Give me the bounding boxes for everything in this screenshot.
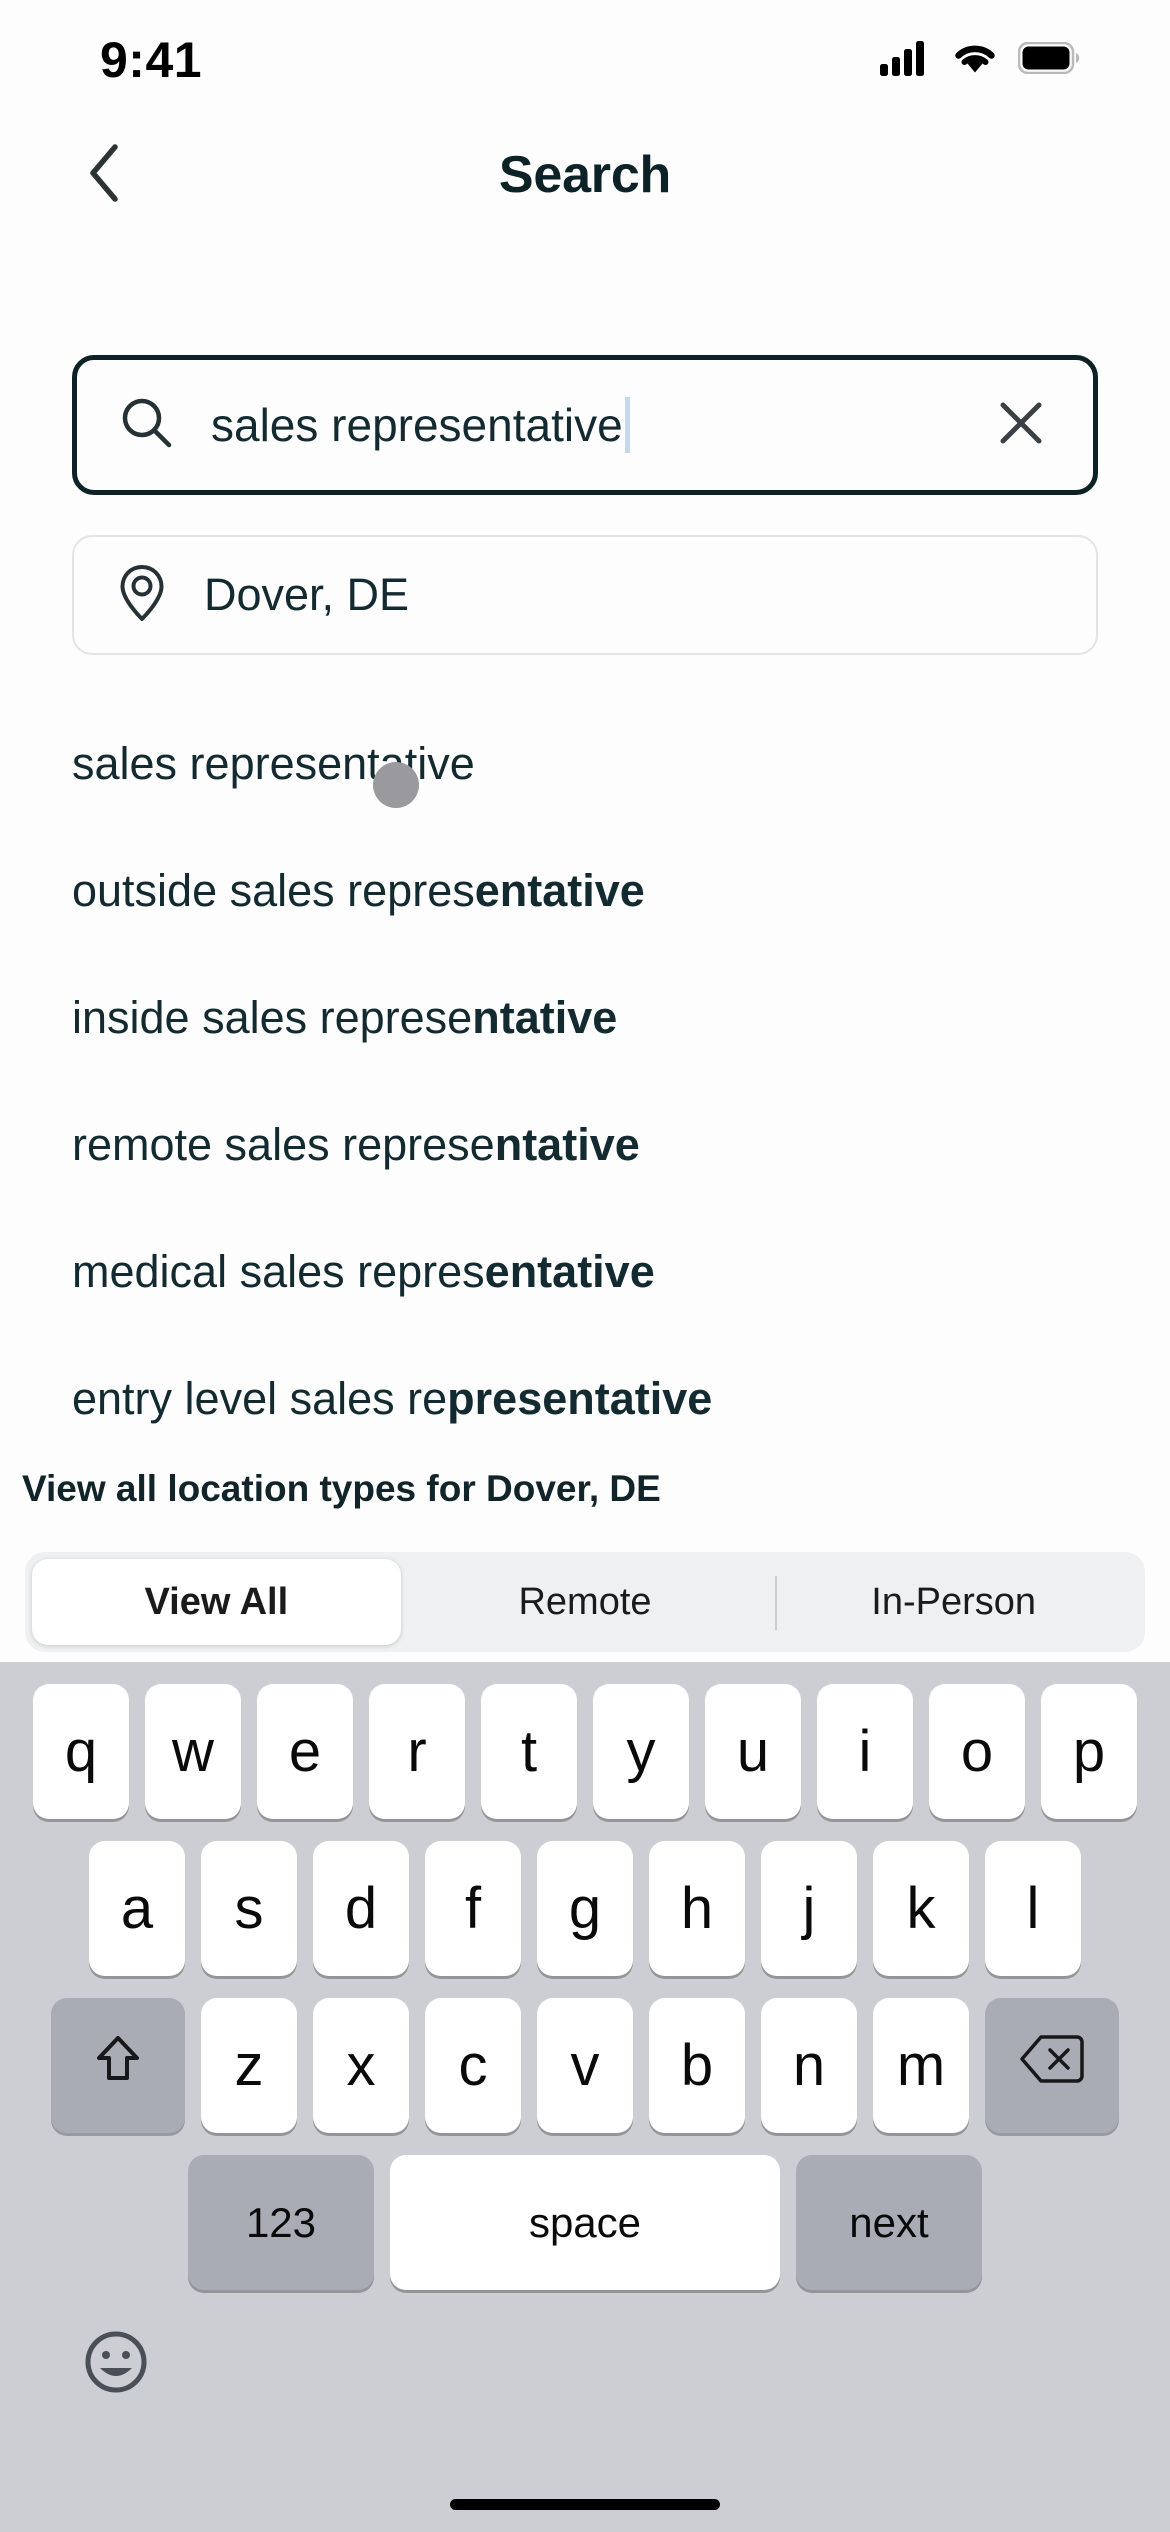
key-x[interactable]: x: [313, 1998, 409, 2133]
search-input-value-wrap: sales representative: [211, 397, 983, 453]
section-heading: View all location types for Dover, DE: [22, 1468, 661, 1509]
key-n[interactable]: n: [761, 1998, 857, 2133]
key-i[interactable]: i: [817, 1684, 913, 1819]
segment-in-person[interactable]: In-Person: [769, 1559, 1138, 1645]
suggestion-plain: inside sales represe: [72, 991, 473, 1043]
keyboard-row-2: a s d f g h j k l: [0, 1819, 1170, 1976]
chevron-left-icon: [83, 141, 127, 210]
key-u[interactable]: u: [705, 1684, 801, 1819]
search-input-field[interactable]: sales representative: [72, 355, 1098, 495]
page-title: Search: [498, 146, 672, 204]
close-x-icon: [993, 395, 1049, 456]
key-space[interactable]: space: [390, 2155, 780, 2290]
suggestion-plain: outside sales repres: [72, 864, 475, 916]
search-magnifier-icon: [117, 393, 177, 458]
location-input-field[interactable]: Dover, DE: [72, 535, 1098, 655]
key-o[interactable]: o: [929, 1684, 1025, 1819]
emoji-keyboard-button[interactable]: [80, 2328, 152, 2400]
key-z[interactable]: z: [201, 1998, 297, 2133]
suggestion-plain: medical sales repres: [72, 1245, 485, 1297]
home-indicator: [450, 2499, 720, 2510]
key-e[interactable]: e: [257, 1684, 353, 1819]
key-q[interactable]: q: [33, 1684, 129, 1819]
page-header: Search: [0, 120, 1170, 230]
text-cursor: [624, 397, 630, 453]
key-m[interactable]: m: [873, 1998, 969, 2133]
key-t[interactable]: t: [481, 1684, 577, 1819]
segment-divider: [775, 1576, 777, 1630]
key-d[interactable]: d: [313, 1841, 409, 1976]
suggestion-highlight: presentative: [447, 1372, 713, 1424]
key-backspace[interactable]: [985, 1998, 1119, 2133]
suggestion-highlight: ntative: [472, 991, 618, 1043]
map-pin-icon: [114, 562, 170, 629]
battery-full-icon: [1017, 41, 1080, 79]
app-screen: 9:41 Search sales representative Dover, …: [0, 0, 1170, 2532]
suggestion-highlight: entative: [474, 864, 645, 916]
list-item[interactable]: entry level sales re presentative: [0, 1335, 1170, 1440]
key-j[interactable]: j: [761, 1841, 857, 1976]
suggestion-highlight: entative: [484, 1245, 655, 1297]
key-p[interactable]: p: [1041, 1684, 1137, 1819]
key-v[interactable]: v: [537, 1998, 633, 2133]
suggestion-highlight: ntative: [494, 1118, 640, 1170]
key-g[interactable]: g: [537, 1841, 633, 1976]
back-button[interactable]: [70, 140, 140, 210]
keyboard-row-1: q w e r t y u i o p: [0, 1662, 1170, 1819]
segment-remote[interactable]: Remote: [401, 1559, 770, 1645]
status-time: 9:41: [100, 32, 203, 88]
key-l[interactable]: l: [985, 1841, 1081, 1976]
key-numeric-switch[interactable]: 123: [188, 2155, 374, 2290]
key-h[interactable]: h: [649, 1841, 745, 1976]
suggestion-plain: entry level sales re: [72, 1372, 448, 1424]
search-suggestions-list: sales representative outside sales repre…: [0, 700, 1170, 1440]
key-y[interactable]: y: [593, 1684, 689, 1819]
shift-arrow-icon: [89, 2030, 147, 2102]
search-input-value: sales representative: [211, 399, 623, 451]
clear-search-button[interactable]: [983, 387, 1059, 463]
key-a[interactable]: a: [89, 1841, 185, 1976]
location-type-segmented-control: View All Remote In-Person: [25, 1552, 1145, 1652]
list-item[interactable]: sales representative: [0, 700, 1170, 827]
suggestion-plain: remote sales represe: [72, 1118, 495, 1170]
location-input-value: Dover, DE: [204, 569, 410, 620]
key-s[interactable]: s: [201, 1841, 297, 1976]
status-icons: [880, 40, 1080, 81]
list-item[interactable]: inside sales represe ntative: [0, 954, 1170, 1081]
list-item[interactable]: medical sales repres entative: [0, 1208, 1170, 1335]
list-item[interactable]: remote sales represe ntative: [0, 1081, 1170, 1208]
list-item[interactable]: outside sales repres entative: [0, 827, 1170, 954]
on-screen-keyboard: q w e r t y u i o p a s d f g h j k l z …: [0, 1662, 1170, 2532]
wifi-icon: [950, 40, 1000, 81]
key-k[interactable]: k: [873, 1841, 969, 1976]
keyboard-row-3: z x c v b n m: [0, 1976, 1170, 2133]
emoji-smiley-icon: [80, 2326, 152, 2403]
backspace-delete-icon: [1019, 2032, 1085, 2099]
key-shift[interactable]: [51, 1998, 185, 2133]
segment-view-all[interactable]: View All: [32, 1559, 401, 1645]
status-bar: 9:41: [0, 0, 1170, 120]
key-r[interactable]: r: [369, 1684, 465, 1819]
key-return-next[interactable]: next: [796, 2155, 982, 2290]
key-w[interactable]: w: [145, 1684, 241, 1819]
key-f[interactable]: f: [425, 1841, 521, 1976]
keyboard-bottom-bar: [0, 2290, 1170, 2400]
key-c[interactable]: c: [425, 1998, 521, 2133]
keyboard-row-4: 123 space next: [0, 2133, 1170, 2290]
key-b[interactable]: b: [649, 1998, 745, 2133]
touch-indicator: [373, 762, 419, 808]
cellular-signal-icon: [880, 40, 932, 81]
